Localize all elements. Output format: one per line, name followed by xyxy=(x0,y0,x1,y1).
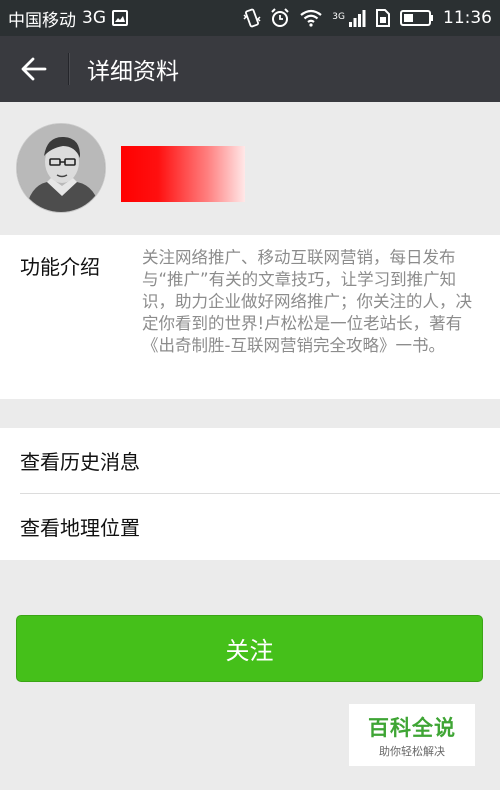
menu-section: 查看历史消息 查看地理位置 xyxy=(0,428,500,560)
intro-label: 功能介绍 xyxy=(20,255,100,279)
status-bar: 中国移动 3G 3G 11:36 xyxy=(0,0,500,36)
watermark-subtitle: 助你轻松解决 xyxy=(379,744,445,758)
arrow-left-icon xyxy=(21,57,47,81)
view-location-item[interactable]: 查看地理位置 xyxy=(0,494,500,559)
clock-time: 11:36 xyxy=(443,8,492,28)
alarm-icon xyxy=(270,8,290,28)
intro-text: 关注网络推广、移动互联网营销，每日发布与“推广”有关的文章技巧，让学习到推广知识… xyxy=(142,248,472,355)
page-title: 详细资料 xyxy=(87,59,179,85)
avatar-portrait xyxy=(17,124,105,212)
watermark-title: 百科全说 xyxy=(368,715,456,740)
follow-button[interactable]: 关注 xyxy=(16,615,483,682)
view-history-item[interactable]: 查看历史消息 xyxy=(0,428,500,493)
intro-section: 功能介绍 关注网络推广、移动互联网营销，每日发布与“推广”有关的文章技巧，让学习… xyxy=(0,235,500,399)
profile-header xyxy=(0,102,500,235)
signal-icon xyxy=(348,9,366,27)
battery-icon xyxy=(400,10,434,26)
back-button[interactable] xyxy=(0,36,68,102)
carrier-group: 中国移动 3G xyxy=(8,6,128,31)
wifi-icon xyxy=(299,9,323,27)
title-bar: 详细资料 xyxy=(0,36,500,102)
image-icon xyxy=(112,10,128,26)
carrier-name: 中国移动 xyxy=(8,10,76,31)
vibrate-icon xyxy=(243,8,261,28)
sim-icon xyxy=(375,8,391,28)
title-divider xyxy=(68,53,69,85)
signal-tech-label: 3G xyxy=(332,12,345,22)
watermark-logo: 百科全说 助你轻松解决 xyxy=(349,704,475,766)
status-icons: 3G 11:36 xyxy=(243,8,492,28)
avatar[interactable] xyxy=(16,123,106,213)
network-type: 3G xyxy=(82,8,106,28)
profile-name-redacted xyxy=(121,146,245,202)
